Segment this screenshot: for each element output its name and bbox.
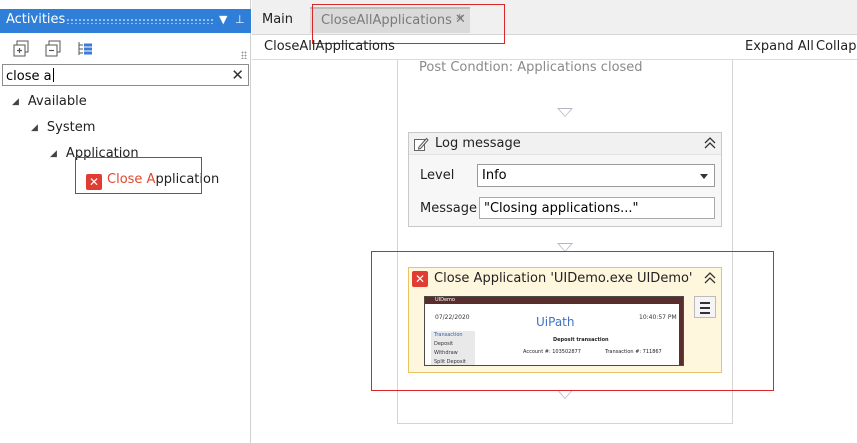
tree-node-label: System [46, 120, 96, 135]
activity-header[interactable]: ✕ Close Application 'UIDemo.exe UIDemo' [409, 268, 721, 290]
expand-all-link[interactable]: Expand All [745, 39, 814, 54]
activity-title: Close Application 'UIDemo.exe UIDemo' [434, 271, 693, 286]
activities-panel-header: Activities ▼ ⊥ [0, 9, 251, 33]
collapse-all-icon[interactable] [44, 40, 62, 58]
expanded-triangle-icon[interactable]: ◢ [50, 149, 57, 159]
pin-icon[interactable]: ⊥ [235, 13, 245, 27]
close-tab-icon[interactable]: ✕ [455, 12, 466, 27]
thumb-account: Account #: 103502877 [523, 349, 581, 355]
drop-target-icon[interactable] [557, 243, 573, 252]
thumb-brand: UiPath [536, 315, 575, 329]
toolbar-grip [241, 51, 247, 59]
tree-node-close-application[interactable]: ✕ Close Application [86, 172, 219, 190]
message-label: Message [420, 201, 477, 216]
tab-main[interactable]: Main [262, 12, 293, 27]
activities-toolbar [0, 35, 251, 63]
tree-node-available[interactable]: ◢ Available [12, 94, 87, 109]
search-value: close a [6, 69, 52, 84]
thumb-sidebar-item: Deposit [434, 341, 454, 347]
thumb-sidebar-header: Transaction [434, 332, 463, 338]
tab-label: CloseAllApplications * [321, 13, 463, 28]
thumb-frame-edge [679, 304, 683, 365]
thumb-sidebar: Transaction Deposit Withdraw Split Depos… [431, 331, 475, 365]
message-input[interactable]: "Closing applications..." [479, 197, 715, 219]
thumb-sidebar-item: Split Deposit [434, 359, 466, 365]
activity-title: Log message [435, 136, 521, 151]
drop-target-icon[interactable] [557, 108, 573, 117]
header-drag-grip[interactable] [66, 18, 215, 24]
expanded-triangle-icon[interactable]: ◢ [12, 97, 19, 107]
thumb-date: 07/22/2020 [435, 314, 470, 321]
expand-all-icon[interactable] [12, 40, 30, 58]
show-tree-icon[interactable] [76, 40, 94, 58]
activities-panel-title: Activities [6, 12, 66, 27]
chevron-up-double-icon[interactable] [704, 271, 716, 285]
breadcrumb[interactable]: CloseAllApplications [264, 39, 395, 54]
thumb-heading: Deposit transaction [553, 337, 609, 343]
target-window-screenshot[interactable]: UIDemo 07/22/2020 10:40:57 PM UiPath Tra… [424, 296, 684, 366]
activity-header[interactable]: Log message [409, 133, 721, 155]
text-caret [52, 68, 54, 82]
thumb-window-title: UIDemo [435, 297, 455, 303]
drop-target-icon[interactable] [557, 390, 573, 399]
error-cross-icon: ✕ [86, 174, 102, 190]
activities-search-input[interactable]: close a ✕ [2, 64, 249, 86]
tree-node-system[interactable]: ◢ System [31, 120, 95, 135]
thumb-time: 10:40:57 PM [639, 314, 677, 321]
tab-bar: Main CloseAllApplications * ✕ [252, 0, 857, 35]
pen-icon [414, 137, 429, 151]
tree-node-label-match: Close A [107, 172, 156, 187]
error-cross-icon: ✕ [412, 271, 428, 287]
level-select[interactable]: Info [477, 164, 715, 187]
message-value: "Closing applications..." [484, 201, 639, 216]
chevron-up-double-icon[interactable] [704, 136, 716, 150]
activities-panel: Activities ▼ ⊥ close a ✕ ◢ Available ◢ Sy [0, 0, 251, 443]
clear-icon[interactable]: ✕ [231, 66, 244, 84]
tree-node-label: Application [65, 146, 139, 161]
hamburger-menu-icon[interactable] [694, 296, 716, 318]
collapse-all-link[interactable]: Collaps [816, 39, 857, 54]
tree-node-label-rest: pplication [155, 172, 220, 187]
tree-node-label: Available [27, 94, 87, 109]
dropdown-arrow-icon[interactable] [700, 174, 708, 179]
tree-node-application[interactable]: ◢ Application [50, 146, 139, 161]
level-value: Info [482, 168, 507, 183]
dropdown-arrow-icon[interactable]: ▼ [219, 13, 227, 27]
thumb-transaction: Transaction #: 711867 [605, 349, 662, 355]
level-label: Level [420, 168, 455, 183]
post-condition-text: Post Condtion: Applications closed [419, 60, 643, 75]
tab-close-all-applications[interactable]: CloseAllApplications * ✕ [310, 7, 470, 33]
expanded-triangle-icon[interactable]: ◢ [31, 123, 38, 133]
thumb-sidebar-item: Withdraw [434, 350, 458, 356]
